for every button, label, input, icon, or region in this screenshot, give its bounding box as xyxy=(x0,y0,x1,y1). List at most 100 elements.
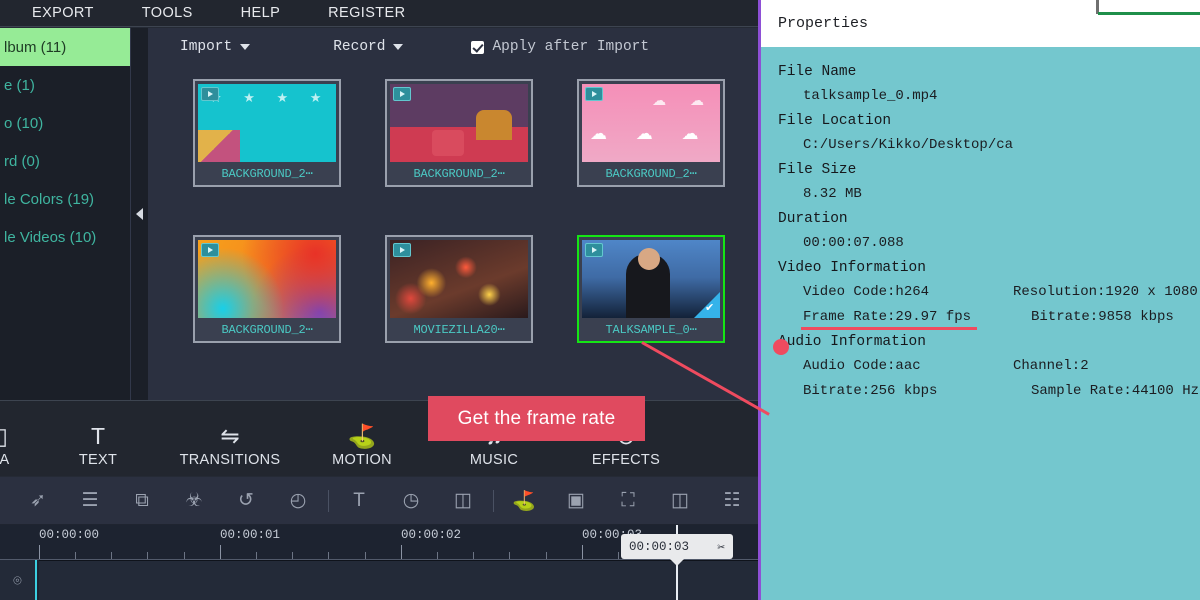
media-thumb-frame: BACKGROUND_2⋯ xyxy=(577,79,725,187)
chevron-down-icon xyxy=(240,44,250,50)
menu-item-export[interactable]: EXPORT xyxy=(22,0,104,27)
record-button[interactable]: Record xyxy=(333,39,403,55)
ruler-minor-tick xyxy=(256,552,257,559)
checkbox-checked-icon xyxy=(471,41,484,54)
file-name-value: talksample_0.mp4 xyxy=(761,88,1200,113)
track-visibility-toggle[interactable]: ⌾ xyxy=(0,560,37,600)
text-tool-icon[interactable]: T xyxy=(333,477,385,525)
audio-code-value: Audio Code:aac xyxy=(803,358,1013,374)
import-button[interactable]: Import xyxy=(180,39,250,55)
file-name-label: File Name xyxy=(761,64,1200,88)
duplicate-icon[interactable]: ⧉ xyxy=(116,477,168,525)
menu-item-tools[interactable]: TOOLS xyxy=(132,0,203,27)
media-thumb-frame: MOVIEZILLA20⋯ xyxy=(385,235,533,343)
record-label: Record xyxy=(333,39,385,55)
sidebar-item-image[interactable]: e (1) xyxy=(0,66,130,104)
menu-item-register[interactable]: REGISTER xyxy=(318,0,415,27)
split-screen-icon[interactable]: ◫ xyxy=(654,477,706,525)
media-item-caption: MOVIEZILLA20⋯ xyxy=(390,318,528,341)
redo-icon[interactable]: ➶ xyxy=(12,477,64,525)
media-item[interactable]: BACKGROUND_2⋯ xyxy=(193,79,341,187)
sidebar-item-album[interactable]: lbum (11) xyxy=(0,28,130,66)
media-item[interactable]: MOVIEZILLA20⋯ xyxy=(385,235,533,343)
ruler-major-tick xyxy=(582,545,583,559)
scissors-icon[interactable]: ✂ xyxy=(717,539,725,555)
media-thumbnail-image xyxy=(198,240,336,318)
annotation-arrow-dot xyxy=(773,339,789,355)
playhead-time-label: 00:00:03 xyxy=(629,540,689,554)
video-track-lane[interactable] xyxy=(39,560,758,600)
tab-motion[interactable]: ⛳ MOTION xyxy=(296,401,428,477)
tab-transitions[interactable]: ⇋ TRANSITIONS xyxy=(164,401,296,477)
ruler-minor-tick xyxy=(473,552,474,559)
tab-text[interactable]: T TEXT xyxy=(32,401,164,477)
media-item[interactable]: BACKGROUND_2⋯ xyxy=(193,235,341,343)
ruler-minor-tick xyxy=(147,552,148,559)
tab-music-label: MUSIC xyxy=(470,452,518,468)
audio-bitrate-value: Bitrate:256 kbps xyxy=(803,383,1013,399)
media-grid: BACKGROUND_2⋯ BACKGROUND_2⋯ BACKGROUND_2… xyxy=(148,66,758,343)
storyboard-icon[interactable]: ☷ xyxy=(706,477,758,525)
toolbar-divider xyxy=(328,490,329,512)
ruler-major-tick xyxy=(220,545,221,559)
audio-bitrate-row: Bitrate:256 kbps Sample Rate:44100 Hz xyxy=(761,383,1200,408)
file-size-value: 8.32 MB xyxy=(761,186,1200,211)
ruler-major-tick xyxy=(39,545,40,559)
delete-icon[interactable]: ☣ xyxy=(168,477,220,525)
media-thumb-frame: BACKGROUND_2⋯ xyxy=(193,235,341,343)
file-location-value: C:/Users/Kikko/Desktop/ca xyxy=(761,137,1200,162)
chevron-down-icon xyxy=(393,44,403,50)
selected-check-icon xyxy=(694,292,720,318)
ruler-minor-tick xyxy=(328,552,329,559)
speed-icon[interactable]: ◴ xyxy=(272,477,324,525)
video-editor-window: EXPORT TOOLS HELP REGISTER lbum (11) e (… xyxy=(0,0,1200,600)
import-label: Import xyxy=(180,39,232,55)
crop-icon[interactable]: ⛶ xyxy=(602,477,654,525)
ruler-minor-tick xyxy=(509,552,510,559)
frame-rate-value-wrap: Frame Rate:29.97 fps xyxy=(803,309,1013,325)
rotate-icon[interactable]: ↺ xyxy=(220,477,272,525)
adjust-icon[interactable]: ☰ xyxy=(64,477,116,525)
properties-panel-title: Properties xyxy=(761,0,1200,47)
annotation-callout: Get the frame rate xyxy=(428,396,645,441)
media-thumb-frame: TALKSAMPLE_0⋯ xyxy=(577,235,725,343)
apply-after-import-checkbox[interactable]: Apply after Import xyxy=(471,39,649,55)
tab-media[interactable]: ◫ DIA xyxy=(0,401,32,477)
media-thumbnail-image xyxy=(390,84,528,162)
ruler-label: 00:00:00 xyxy=(39,528,99,542)
motion-tool-icon[interactable]: ⛳ xyxy=(498,477,550,525)
sidebar-item-sample-colors[interactable]: le Colors (19) xyxy=(0,180,130,218)
ruler-major-tick xyxy=(401,545,402,559)
media-item-selected[interactable]: TALKSAMPLE_0⋯ xyxy=(577,235,725,343)
sample-rate-value: Sample Rate:44100 Hz xyxy=(1013,383,1200,399)
transitions-icon: ⇋ xyxy=(220,414,239,452)
video-badge-icon xyxy=(201,87,219,101)
sidebar-collapse-button[interactable] xyxy=(131,28,148,400)
media-thumb-frame: BACKGROUND_2⋯ xyxy=(385,79,533,187)
media-item[interactable]: BACKGROUND_2⋯ xyxy=(385,79,533,187)
audio-codec-row: Audio Code:aac Channel:2 xyxy=(761,358,1200,383)
media-item-caption: BACKGROUND_2⋯ xyxy=(198,162,336,185)
tab-text-label: TEXT xyxy=(79,452,117,468)
duration-icon[interactable]: ◷ xyxy=(385,477,437,525)
media-browser: Import Record Apply after Import BACKGRO… xyxy=(148,28,758,400)
sidebar-item-video[interactable]: o (10) xyxy=(0,104,130,142)
playhead-handle[interactable]: 00:00:03 ✂ xyxy=(621,534,733,559)
resolution-value: Resolution:1920 x 1080 xyxy=(1013,284,1200,300)
sidebar-item-record[interactable]: rd (0) xyxy=(0,142,130,180)
video-badge-icon xyxy=(585,87,603,101)
tab-motion-label: MOTION xyxy=(332,452,392,468)
sidebar-item-sample-videos[interactable]: le Videos (10) xyxy=(0,218,130,256)
media-item-caption: TALKSAMPLE_0⋯ xyxy=(582,318,720,341)
chevron-left-icon xyxy=(136,208,143,220)
motion-icon: ⛳ xyxy=(348,414,377,452)
screen-icon[interactable]: ▣ xyxy=(550,477,602,525)
media-item[interactable]: BACKGROUND_2⋯ xyxy=(577,79,725,187)
menu-item-help[interactable]: HELP xyxy=(231,0,290,27)
freeze-frame-icon[interactable]: ◫ xyxy=(437,477,489,525)
ruler-minor-tick xyxy=(365,552,366,559)
duration-label: Duration xyxy=(761,211,1200,235)
tab-transitions-label: TRANSITIONS xyxy=(180,452,281,468)
library-sidebar: lbum (11) e (1) o (10) rd (0) le Colors … xyxy=(0,28,131,400)
audio-information-label: Audio Information xyxy=(761,334,1200,358)
